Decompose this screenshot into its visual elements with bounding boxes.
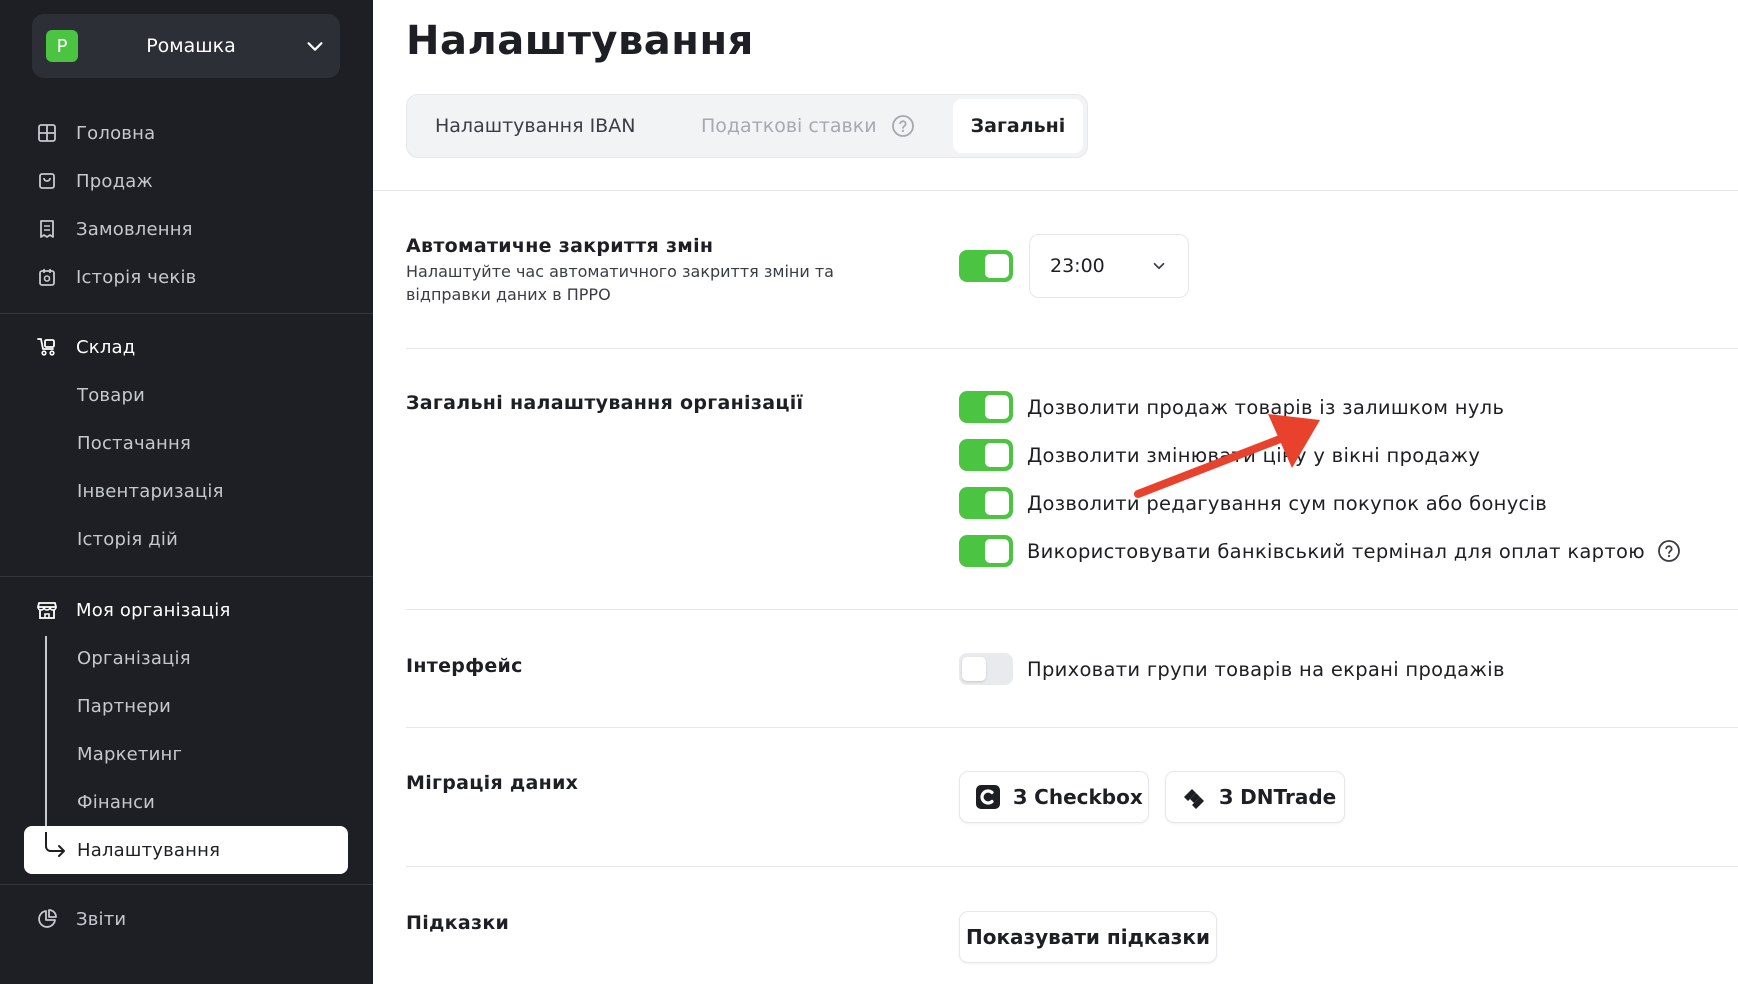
divider <box>0 576 373 577</box>
button-label: З DNTrade <box>1219 785 1337 809</box>
chevron-down-icon <box>1153 262 1165 270</box>
nav-item-warehouse[interactable]: Склад <box>36 332 135 362</box>
divider <box>0 313 373 314</box>
section-title-interface: Інтерфейс <box>406 655 523 677</box>
help-icon[interactable] <box>1657 539 1681 563</box>
divider <box>406 609 1738 610</box>
tree-line <box>45 636 47 850</box>
nav-subitem-supplies[interactable]: Постачання <box>77 428 191 458</box>
button-label: З Checkbox <box>1013 785 1143 809</box>
nav-subitem-marketing[interactable]: Маркетинг <box>77 739 182 769</box>
nav-subitem-inventory[interactable]: Інвентаризація <box>77 476 224 506</box>
settings-tabs: Налаштування IBAN Податкові ставки Загал… <box>406 94 1088 158</box>
section-title-migration: Міграція даних <box>406 772 579 794</box>
divider <box>406 866 1738 867</box>
grid-icon <box>36 122 58 144</box>
page-title: Налаштування <box>406 18 754 64</box>
divider <box>373 190 1738 191</box>
section-title-org-settings: Загальні налаштування організації <box>406 392 804 414</box>
nav-subitem-products[interactable]: Товари <box>77 380 145 410</box>
receipt-icon <box>36 218 58 240</box>
org-avatar: Р <box>46 30 78 62</box>
org-switcher[interactable]: Р Ромашка <box>32 14 340 78</box>
nav-item-label: Головна <box>76 122 156 144</box>
nav-item-sales[interactable]: Продаж <box>36 166 153 196</box>
toggle-change-price[interactable] <box>959 439 1013 471</box>
divider <box>0 884 373 885</box>
option-label: Використовувати банківський термінал для… <box>1027 539 1645 563</box>
nav-item-label: Продаж <box>76 170 153 192</box>
bag-icon <box>36 170 58 192</box>
toggle-knob <box>985 491 1009 515</box>
toggle-knob <box>985 254 1009 278</box>
divider <box>406 727 1738 728</box>
nav-item-label: Моя організація <box>76 599 231 621</box>
nav-item-receipt-history[interactable]: Історія чеків <box>36 262 196 292</box>
tree-arrow-icon <box>45 832 65 857</box>
nav-item-home[interactable]: Головна <box>36 118 155 148</box>
dntrade-logo-icon <box>1181 784 1207 810</box>
nav-subitem-finances[interactable]: Фінанси <box>77 787 155 817</box>
migrate-from-dntrade-button[interactable]: З DNTrade <box>1165 771 1345 823</box>
tab-tax-rates[interactable]: Податкові ставки <box>701 95 915 157</box>
toggle-knob <box>985 395 1009 419</box>
nav-item-label: Звіти <box>76 908 127 930</box>
section-title-hints: Підказки <box>406 912 510 934</box>
toggle-knob <box>962 657 986 681</box>
nav-subitem-action-history[interactable]: Історія дій <box>77 524 178 554</box>
cart-icon <box>36 336 58 358</box>
close-time-select[interactable]: 23:00 <box>1029 234 1189 298</box>
close-time-value: 23:00 <box>1050 255 1105 277</box>
toggle-hide-product-groups[interactable] <box>959 653 1013 685</box>
divider <box>406 348 1738 349</box>
nav-item-label: Замовлення <box>76 218 193 240</box>
main-content: Налаштування Налаштування IBAN Податкові… <box>373 0 1738 984</box>
nav-item-orders[interactable]: Замовлення <box>36 214 193 244</box>
sidebar: Р Ромашка Головна Продаж Замовлення Істо… <box>0 0 373 984</box>
tab-iban[interactable]: Налаштування IBAN <box>435 95 635 157</box>
pie-chart-icon <box>36 908 58 930</box>
store-icon <box>36 599 58 621</box>
tab-label: Податкові ставки <box>701 115 877 137</box>
section-title-auto-close: Автоматичне закриття змін <box>406 235 714 257</box>
help-icon[interactable] <box>891 114 915 138</box>
tab-general[interactable]: Загальні <box>953 99 1083 153</box>
auto-close-toggle[interactable] <box>959 250 1013 282</box>
toggle-edit-amounts[interactable] <box>959 487 1013 519</box>
show-hints-button[interactable]: Показувати підказки <box>959 911 1217 963</box>
toggle-bank-terminal[interactable] <box>959 535 1013 567</box>
annotation-arrow-icon <box>1134 414 1320 498</box>
checkbox-logo-icon <box>975 784 1001 810</box>
section-description-auto-close: Налаштуйте час автоматичного закриття зм… <box>406 262 834 304</box>
nav-subitem-partners[interactable]: Партнери <box>77 691 171 721</box>
toggle-zero-stock-sale[interactable] <box>959 391 1013 423</box>
org-name: Ромашка <box>146 35 236 57</box>
migrate-from-checkbox-button[interactable]: З Checkbox <box>959 771 1149 823</box>
toggle-knob <box>985 539 1009 563</box>
option-label: Приховати групи товарів на екрані продаж… <box>1027 657 1505 681</box>
history-icon <box>36 266 58 288</box>
nav-item-my-organization[interactable]: Моя організація <box>36 595 230 625</box>
nav-item-label: Склад <box>76 336 136 358</box>
nav-item-label: Історія чеків <box>76 266 197 288</box>
nav-subitem-settings-active[interactable]: Налаштування <box>24 826 348 874</box>
chevron-down-icon <box>307 42 323 51</box>
nav-subitem-organization[interactable]: Організація <box>77 643 191 673</box>
option-label-with-help: Використовувати банківський термінал для… <box>1027 535 1681 567</box>
nav-item-reports[interactable]: Звіти <box>36 904 126 934</box>
toggle-knob <box>985 443 1009 467</box>
